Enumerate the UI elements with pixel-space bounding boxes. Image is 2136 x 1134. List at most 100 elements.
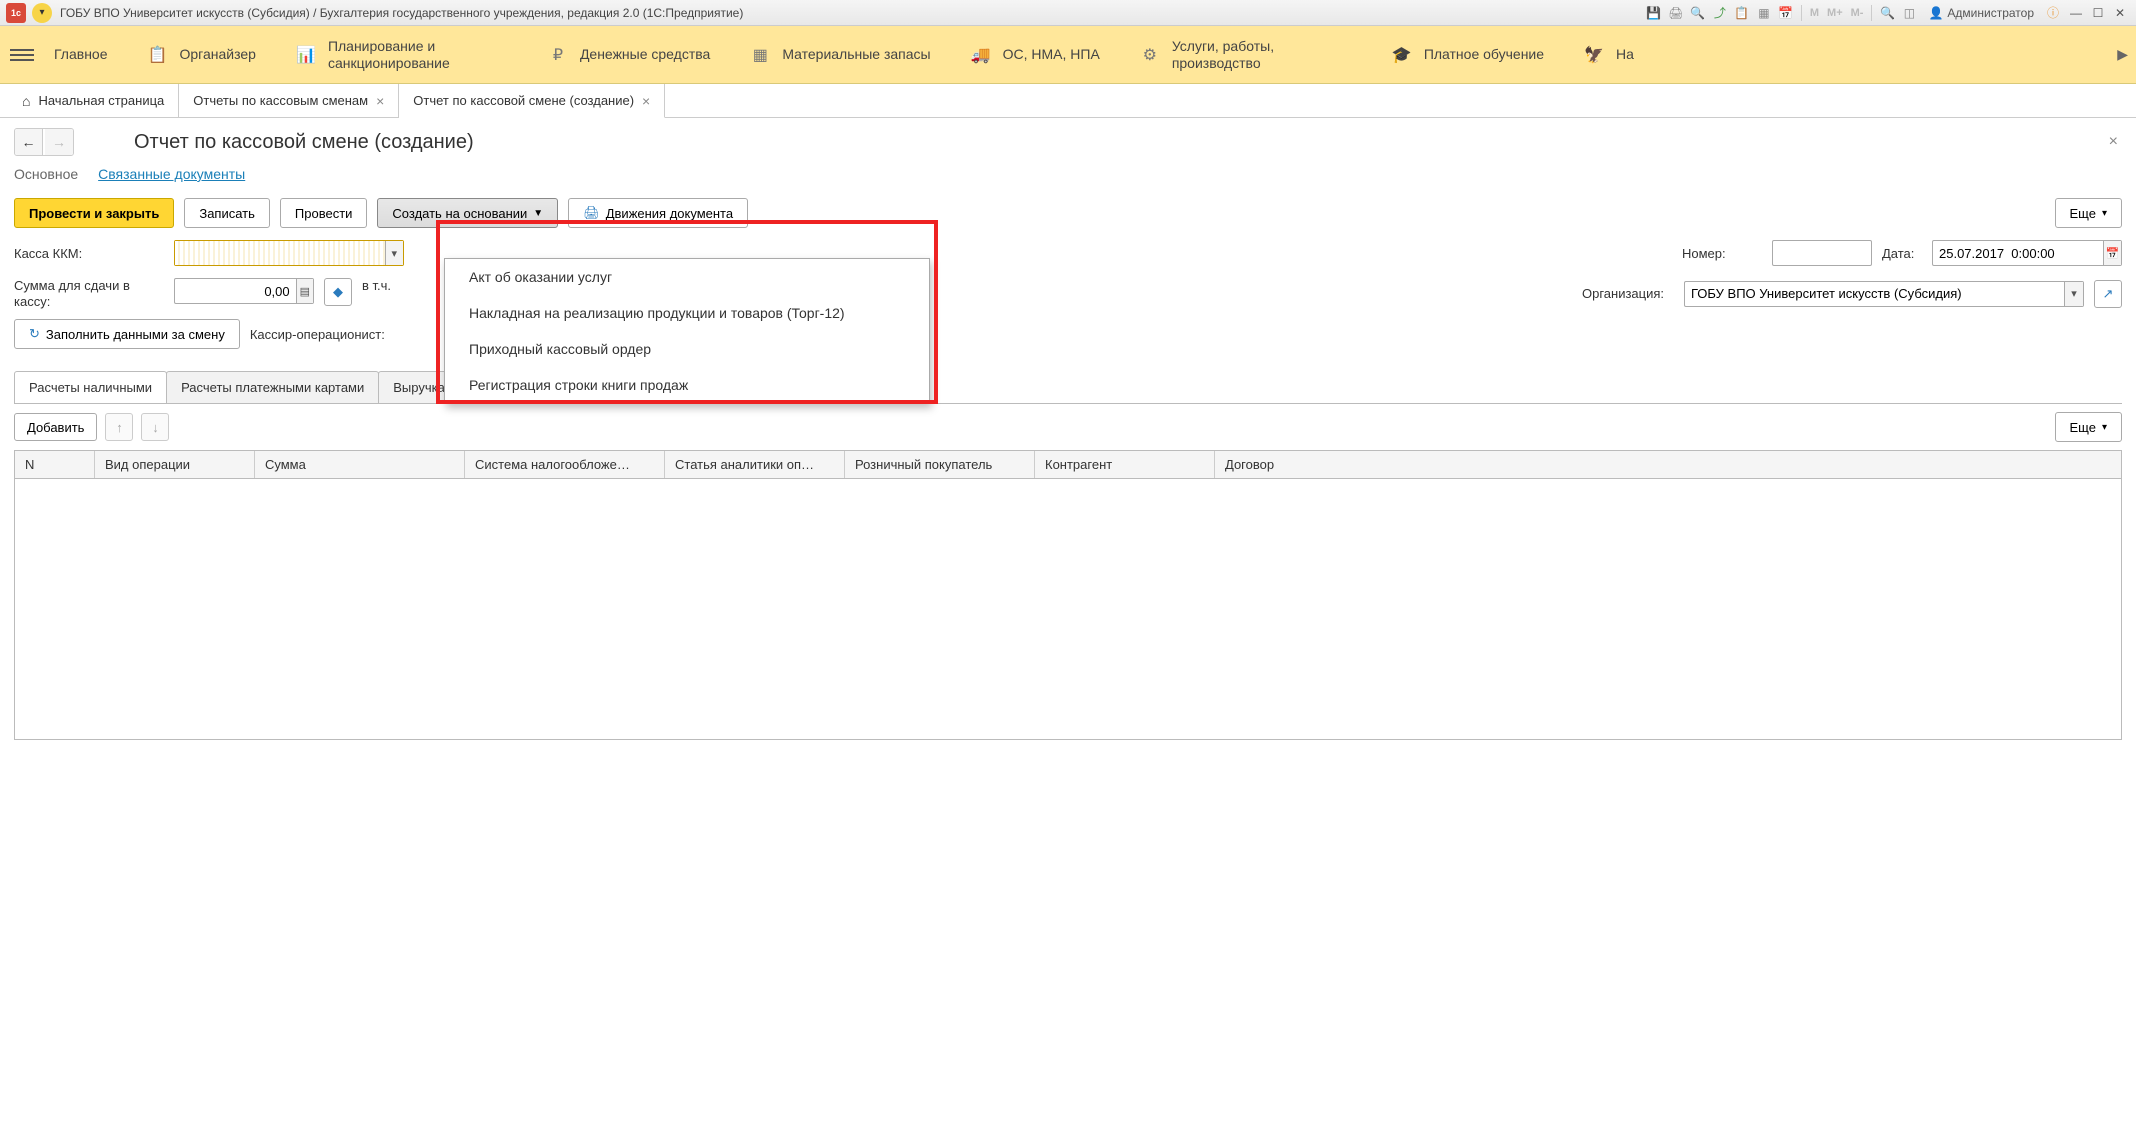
button-label: Еще [2070, 206, 2096, 221]
m-minus-icon[interactable]: M- [1849, 7, 1866, 19]
move-down-button[interactable]: ↓ [141, 413, 169, 441]
minimize-button[interactable]: — [2066, 4, 2086, 22]
grid-toolbar: Добавить ↑ ↓ Еще ▾ [0, 404, 2136, 450]
calendar-icon[interactable]: 📅 [2103, 241, 2121, 265]
col-buyer[interactable]: Розничный покупатель [845, 451, 1035, 478]
tab-home[interactable]: ⌂ Начальная страница [8, 84, 179, 117]
m-plus-icon[interactable]: M+ [1825, 7, 1845, 19]
dropdown-icon[interactable]: ▾ [385, 241, 403, 265]
move-up-button[interactable]: ↑ [105, 413, 133, 441]
col-analytics[interactable]: Статья аналитики оп… [665, 451, 845, 478]
print-icon: 🖨 [583, 205, 600, 221]
subnav-related[interactable]: Связанные документы [98, 166, 245, 182]
caret-icon: ▾ [2102, 422, 2107, 433]
calc-icon[interactable]: ▤ [296, 279, 313, 303]
data-grid: N Вид операции Сумма Система налогооблож… [14, 450, 2122, 740]
nav-money[interactable]: ₽ Денежные средства [548, 45, 710, 65]
col-sum[interactable]: Сумма [255, 451, 465, 478]
info-icon[interactable]: ⓘ [2044, 4, 2062, 22]
nomer-input[interactable] [1773, 241, 1871, 265]
save-icon[interactable]: 💾 [1645, 4, 1663, 22]
nav-scroll-right[interactable]: ▶ [2117, 46, 2128, 63]
dd-item-cash-order[interactable]: Приходный кассовый ордер [445, 331, 929, 367]
nav-planning[interactable]: 📊 Планирование и санкционирование [296, 38, 508, 72]
menu-burger[interactable] [10, 43, 34, 67]
preview-icon[interactable]: 🔍 [1689, 4, 1707, 22]
user-display[interactable]: 👤 Администратор [1928, 6, 2034, 20]
add-button[interactable]: Добавить [14, 413, 97, 441]
close-icon[interactable]: × [642, 93, 650, 109]
grid-body[interactable] [15, 479, 2121, 739]
page-close-button[interactable]: × [2105, 129, 2122, 155]
tabbar: ⌂ Начальная страница Отчеты по кассовым … [0, 84, 2136, 118]
kassa-input[interactable] [175, 241, 385, 265]
graduation-icon: 🎓 [1392, 45, 1412, 65]
close-icon[interactable]: × [376, 93, 384, 109]
post-button[interactable]: Провести [280, 198, 368, 228]
upload-icon[interactable]: ⤴ [1711, 4, 1729, 22]
nav-education[interactable]: 🎓 Платное обучение [1392, 45, 1544, 65]
m-icon[interactable]: M [1808, 7, 1821, 19]
titlebar-dropdown[interactable]: ▾ [32, 3, 52, 23]
dd-item-sales-book[interactable]: Регистрация строки книги продаж [445, 367, 929, 403]
nav-more[interactable]: 🦅 На [1584, 45, 1634, 65]
fill-button[interactable]: ↻ Заполнить данными за смену [14, 319, 240, 349]
calendar-icon[interactable]: 📅 [1777, 4, 1795, 22]
nav-label: Планирование и санкционирование [328, 38, 508, 72]
nav-assets[interactable]: 🚚 ОС, НМА, НПА [971, 45, 1100, 65]
back-button[interactable]: ← [15, 129, 43, 155]
titlebar: 1c ▾ ГОБУ ВПО Университет искусств (Субс… [0, 0, 2136, 26]
col-n[interactable]: N [15, 451, 95, 478]
tab-reports[interactable]: Отчеты по кассовым сменам × [179, 84, 399, 117]
nav-materials[interactable]: ▦ Материальные запасы [750, 45, 930, 65]
form-area: Касса ККМ: ▾ Номер: Дата: 📅 Сумма для сд… [0, 234, 2136, 363]
summa-input[interactable] [175, 279, 296, 303]
page-header: ← → Отчет по кассовой смене (создание) × [0, 118, 2136, 162]
nav-label: Главное [54, 46, 108, 63]
truck-icon: 🚚 [971, 45, 991, 65]
dropdown-icon[interactable]: ▾ [2064, 282, 2083, 306]
kassa-label: Касса ККМ: [14, 246, 164, 261]
date-input[interactable] [1933, 241, 2103, 265]
forward-button[interactable]: → [45, 129, 73, 155]
grid-more-button[interactable]: Еще ▾ [2055, 412, 2122, 442]
dd-item-invoice[interactable]: Накладная на реализацию продукции и това… [445, 295, 929, 331]
nav-label: Материальные запасы [782, 46, 930, 63]
panel-tab-cash[interactable]: Расчеты наличными [14, 371, 167, 403]
nav-label: Денежные средства [580, 46, 710, 63]
write-button[interactable]: Записать [184, 198, 270, 228]
nav-main[interactable]: Главное [54, 46, 108, 63]
print-icon[interactable]: 🖨 [1667, 4, 1685, 22]
ruble-icon: ₽ [548, 45, 568, 65]
nav-services[interactable]: ⚙ Услуги, работы, производство [1140, 38, 1352, 72]
more-button[interactable]: Еще ▾ [2055, 198, 2122, 228]
clipboard-icon: 📋 [148, 45, 168, 65]
panel-icon[interactable]: ◫ [1900, 4, 1918, 22]
create-based-button[interactable]: Создать на основании ▼ [377, 198, 558, 228]
col-tax[interactable]: Система налогообложе… [465, 451, 665, 478]
col-counterparty[interactable]: Контрагент [1035, 451, 1215, 478]
panel-tabs: Расчеты наличными Расчеты платежными кар… [14, 371, 2122, 404]
nav-organizer[interactable]: 📋 Органайзер [148, 45, 256, 65]
org-input[interactable] [1685, 282, 2064, 306]
col-operation[interactable]: Вид операции [95, 451, 255, 478]
copy-icon[interactable]: 📋 [1733, 4, 1751, 22]
save-close-button[interactable]: Провести и закрыть [14, 198, 174, 228]
refresh-icon[interactable]: ◆ [324, 278, 352, 306]
close-window-button[interactable]: ✕ [2110, 4, 2130, 22]
maximize-button[interactable]: ☐ [2088, 4, 2108, 22]
col-contract[interactable]: Договор [1215, 451, 2121, 478]
movements-button[interactable]: 🖨 Движения документа [568, 198, 748, 228]
tab-label: Начальная страница [38, 93, 164, 108]
grid-icon[interactable]: ▦ [1755, 4, 1773, 22]
open-icon[interactable]: ↗ [2094, 280, 2122, 308]
subnav-main[interactable]: Основное [14, 166, 78, 182]
kassir-label: Кассир-операционист: [250, 327, 400, 342]
user-name: Администратор [1947, 6, 2034, 20]
nomer-label: Номер: [1682, 246, 1762, 261]
home-icon: ⌂ [22, 93, 30, 109]
zoom-icon[interactable]: 🔍 [1878, 4, 1896, 22]
tab-report-create[interactable]: Отчет по кассовой смене (создание) × [399, 84, 665, 118]
dd-item-act[interactable]: Акт об оказании услуг [445, 259, 929, 295]
panel-tab-cards[interactable]: Расчеты платежными картами [166, 371, 379, 403]
